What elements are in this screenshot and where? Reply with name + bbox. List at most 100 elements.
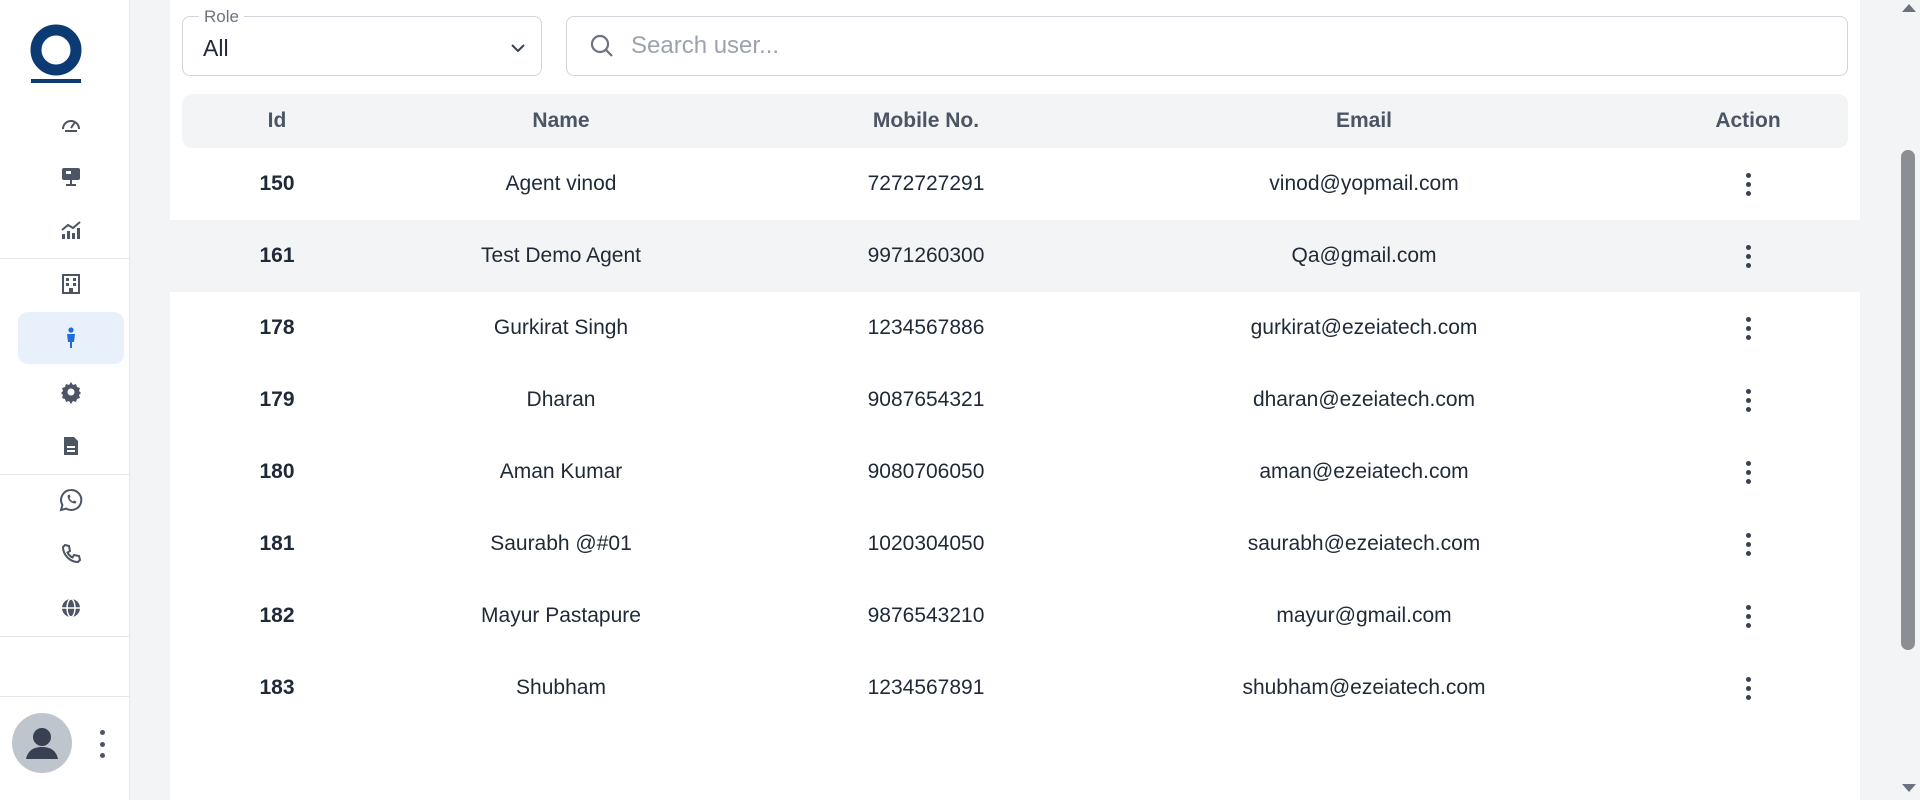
nav-phone[interactable] [18, 528, 124, 580]
nav-settings[interactable] [18, 366, 124, 418]
dot [1745, 262, 1751, 268]
cell-email: Qa@gmail.com [1291, 244, 1437, 267]
table-row[interactable]: 181 Saurabh @#01 1020304050 saurabh@ezeiate… [170, 508, 1860, 580]
table-row[interactable]: 182 Mayur Pastapure 9876543210 mayur@gmail.… [170, 580, 1860, 652]
scrollbar[interactable] [1898, 0, 1920, 800]
cell-mobile: 9080706050 [867, 460, 985, 483]
cell-mobile: 9971260300 [867, 244, 985, 267]
dot [1745, 253, 1751, 259]
dot [1745, 325, 1751, 331]
table-header: Id Name Mobile No. Email Action [182, 94, 1848, 148]
dashboard-gauge-icon [62, 120, 80, 132]
row-action-menu-icon[interactable] [1732, 168, 1764, 200]
cell-id: 178 [259, 316, 295, 339]
scroll-up-arrow-icon[interactable] [1902, 4, 1916, 12]
cell-id: 179 [259, 388, 295, 411]
dot [1745, 604, 1751, 610]
whatsapp-icon [59, 488, 83, 512]
user-menu-button[interactable] [94, 730, 110, 758]
dot [1745, 532, 1751, 538]
cell-email: mayur@gmail.com [1276, 604, 1452, 627]
table-row[interactable]: 178 Gurkirat Singh 1234567886 gurkirat@ezei… [170, 292, 1860, 364]
header-col-email: Email [1335, 109, 1393, 132]
scrollbar-thumb[interactable] [1901, 150, 1915, 650]
cell-id: 161 [259, 244, 295, 267]
monitor-icon [62, 168, 80, 186]
cell-id: 182 [259, 604, 295, 627]
role-select[interactable]: Role All [182, 7, 542, 76]
dot [99, 741, 105, 747]
table-row[interactable]: 150 Agent vinod 7272727291 vinod@yopmail.co… [170, 148, 1860, 220]
cell-mobile: 7272727291 [867, 172, 985, 195]
nav-whatsapp[interactable] [18, 474, 124, 526]
dot [99, 753, 105, 758]
cell-name: Shubham [516, 676, 606, 699]
row-action-menu-icon[interactable] [1732, 384, 1764, 416]
dot [1745, 388, 1751, 394]
cell-email: aman@ezeiatech.com [1259, 460, 1469, 483]
table-row[interactable]: 183 Shubham 1234567891 shubham@ezeiatech.co… [170, 652, 1860, 724]
dot [1745, 685, 1751, 691]
nav-agents[interactable] [18, 312, 124, 364]
agent-user-icon [67, 327, 75, 348]
cell-email: saurabh@ezeiatech.com [1247, 532, 1481, 555]
cell-id: 183 [259, 676, 295, 699]
analytics-chart-icon [61, 221, 81, 239]
header-col-mobile: Mobile No. [872, 109, 980, 132]
building-icon [62, 274, 80, 294]
cell-name: Test Demo Agent [481, 244, 641, 267]
nav-dashboard[interactable] [18, 98, 124, 150]
cell-name: Saurabh @#01 [490, 532, 632, 555]
cell-mobile: 1234567891 [867, 676, 985, 699]
cell-name: Dharan [526, 388, 596, 411]
dot [1745, 181, 1751, 187]
nav-monitor[interactable] [18, 150, 124, 202]
cell-mobile: 9087654321 [867, 388, 985, 411]
nav-building[interactable] [18, 258, 124, 310]
nav-documents[interactable] [18, 420, 124, 472]
nav-analytics[interactable] [18, 204, 124, 256]
row-action-menu-icon[interactable] [1732, 456, 1764, 488]
row-action-menu-icon[interactable] [1732, 528, 1764, 560]
dot [1745, 613, 1751, 619]
dot [1745, 469, 1751, 475]
table-row[interactable]: 161 Test Demo Agent 9971260300 Qa@gmail.com [170, 220, 1860, 292]
table-row[interactable]: 180 Aman Kumar 9080706050 aman@ezeiatech.co… [170, 436, 1860, 508]
dot [1745, 334, 1751, 340]
nav-globe[interactable] [18, 582, 124, 634]
users-panel: Role All Id Name Mobile No. Email Action 150… [170, 0, 1860, 800]
gear-icon [61, 382, 81, 404]
cell-mobile: 9876543210 [867, 604, 985, 627]
dot [1745, 244, 1751, 250]
cell-name: Mayur Pastapure [481, 604, 641, 627]
document-icon [64, 437, 78, 455]
dot [1745, 541, 1751, 547]
dot [1745, 460, 1751, 466]
table-row[interactable]: 179 Dharan 9087654321 dharan@ezeiatech.com [170, 364, 1860, 436]
brand-logo-icon[interactable] [30, 24, 82, 86]
sidebar-divider [0, 636, 130, 637]
header-col-action: Action [1715, 109, 1781, 132]
dot [1745, 622, 1751, 628]
search-input[interactable] [629, 31, 1783, 61]
dot [1745, 694, 1751, 700]
role-label: Role [199, 7, 244, 27]
avatar[interactable] [12, 713, 72, 773]
user-avatar-icon [26, 728, 58, 759]
cell-email: dharan@ezeiatech.com [1252, 388, 1476, 411]
search-field[interactable] [566, 16, 1848, 76]
header-col-name: Name [532, 109, 590, 132]
cell-id: 150 [259, 172, 295, 195]
row-action-menu-icon[interactable] [1732, 672, 1764, 704]
sidebar-divider [0, 696, 130, 697]
chevron-down-icon [511, 44, 525, 53]
dot [1745, 190, 1751, 196]
cell-name: Agent vinod [505, 172, 617, 195]
scroll-down-arrow-icon[interactable] [1902, 784, 1916, 792]
sidebar [0, 0, 130, 800]
cell-id: 180 [259, 460, 295, 483]
row-action-menu-icon[interactable] [1732, 600, 1764, 632]
row-action-menu-icon[interactable] [1732, 312, 1764, 344]
dot [1745, 676, 1751, 682]
row-action-menu-icon[interactable] [1732, 240, 1764, 272]
